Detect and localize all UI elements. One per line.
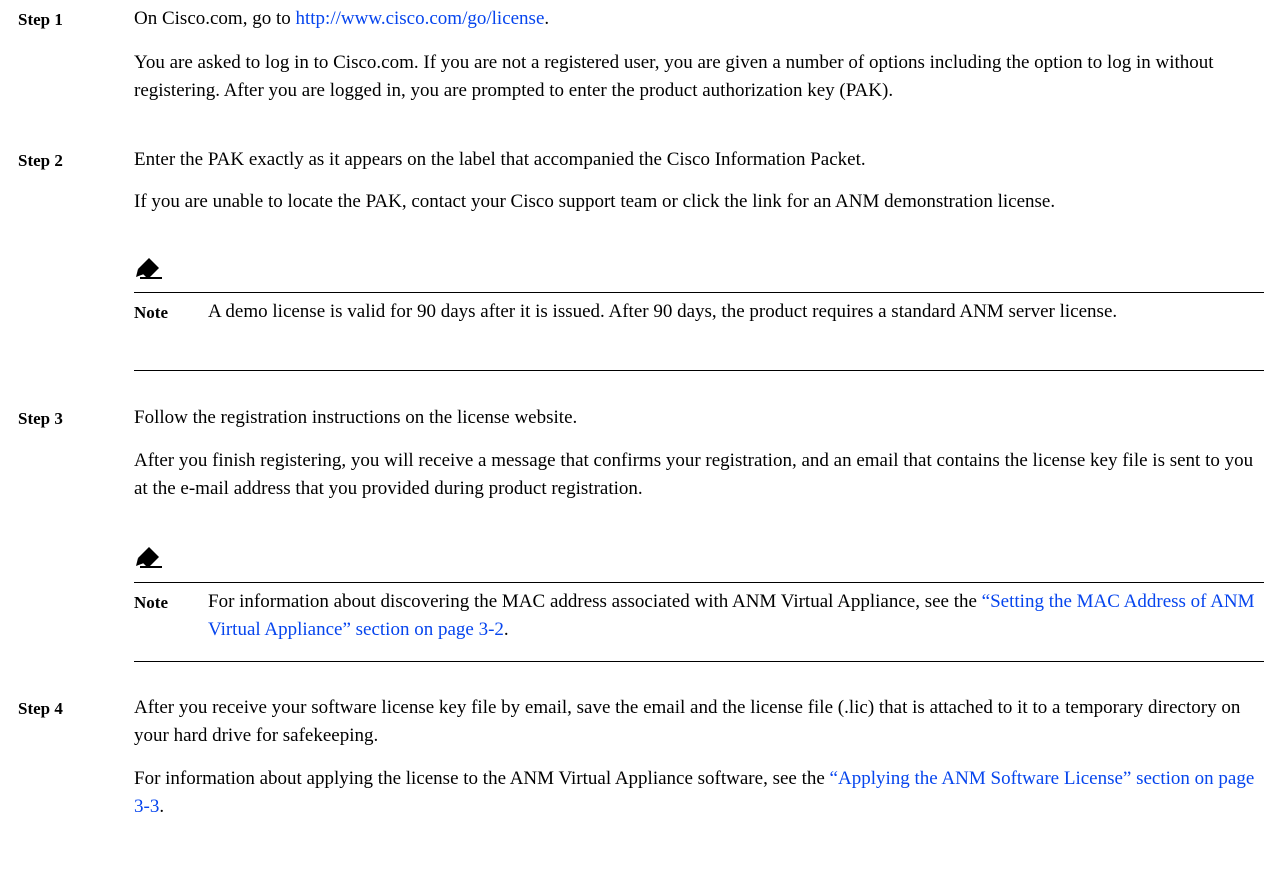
step-4-detail-suffix: . (159, 796, 165, 817)
step-4-detail-prefix: For information about applying the licen… (134, 768, 830, 789)
step-3-label: Step 3 (18, 409, 63, 428)
step-2-text: Enter the PAK exactly as it appears on t… (134, 149, 866, 170)
step-4-detail: For information about applying the licen… (134, 765, 1264, 821)
step-1-text-suffix: . (544, 8, 550, 29)
license-url-link[interactable]: http://www.cisco.com/go/license (296, 8, 545, 29)
step-1-label: Step 1 (18, 10, 63, 29)
note-pencil-icon (136, 547, 162, 568)
note-2-text-suffix: . (503, 619, 509, 640)
note-2-text: For information about discovering the MA… (208, 588, 1268, 644)
step-1-text: On Cisco.com, go to http://www.cisco.com… (134, 5, 1264, 33)
step-1-detail: You are asked to log in to Cisco.com. If… (134, 52, 1214, 101)
step-4-text: After you receive your software license … (134, 697, 1241, 746)
step-3-text: Follow the registration instructions on … (134, 407, 578, 428)
note-2-top-rule (134, 582, 1264, 583)
note-1-label: Note (134, 303, 168, 322)
note-1-text: A demo license is valid for 90 days afte… (208, 301, 1118, 322)
note-2-text-prefix: For information about discovering the MA… (208, 591, 982, 612)
step-3-detail: After you finish registering, you will r… (134, 450, 1254, 499)
step-4-label: Step 4 (18, 699, 63, 718)
step-2-label: Step 2 (18, 151, 63, 170)
note-2-label: Note (134, 593, 168, 612)
step-2-detail: If you are unable to locate the PAK, con… (134, 191, 1056, 212)
note-pencil-icon (136, 258, 162, 279)
step-1-text-prefix: On Cisco.com, go to (134, 8, 296, 29)
note-2-bottom-rule (134, 661, 1264, 662)
note-1-top-rule (134, 292, 1264, 293)
note-1-bottom-rule (134, 370, 1264, 371)
